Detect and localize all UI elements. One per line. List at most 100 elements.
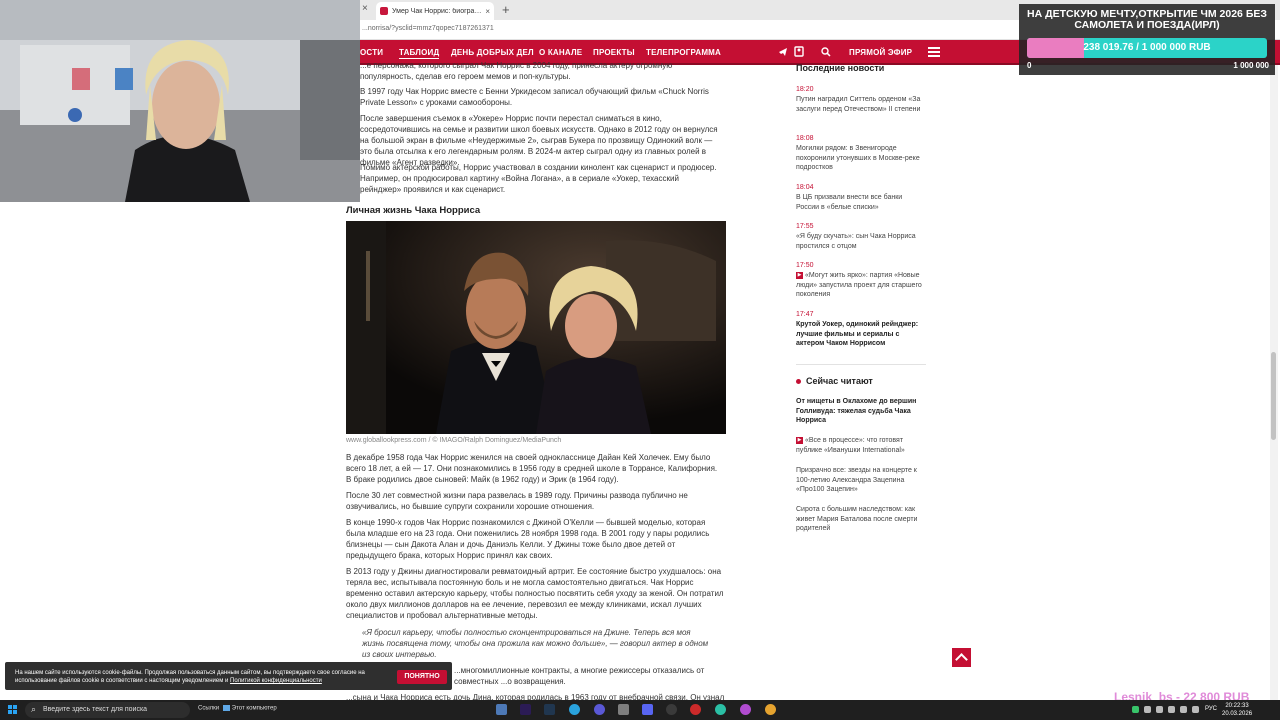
photo-caption: www.globallookpress.com / © IMAGO/Ralph … — [346, 437, 562, 444]
donation-progress-bar: 238 019.76 / 1 000 000 RUB — [1027, 38, 1267, 58]
search-icon[interactable] — [821, 47, 831, 57]
article-paragraph: ...сына и Чака Норриса есть дочь Дина, к… — [346, 693, 725, 700]
nav-item-good-deeds[interactable]: ДЕНЬ ДОБРЫХ ДЕЛ — [451, 48, 534, 57]
tray-display-icon[interactable] — [1156, 706, 1163, 713]
cookie-banner: На нашем сайте используются cookie-файлы… — [5, 662, 452, 690]
inactive-tab-close-icon[interactable]: × — [362, 3, 374, 17]
donation-goal-widget: НА ДЕТСКУЮ МЕЧТУ,ОТКРЫТИЕ ЧМ 2026 БЕЗ СА… — [1019, 4, 1275, 75]
menu-icon[interactable] — [928, 47, 940, 57]
tray-battery-icon[interactable] — [1192, 706, 1199, 713]
live-broadcast-link[interactable]: ПРЯМОЙ ЭФИР — [849, 48, 912, 57]
nav-item-projects[interactable]: ПРОЕКТЫ — [593, 48, 635, 57]
webcam-feed — [0, 0, 360, 202]
settings-icon[interactable] — [618, 704, 629, 715]
discord-icon[interactable] — [642, 704, 653, 715]
scroll-to-top-button[interactable] — [952, 648, 971, 667]
nav-item-tabloid[interactable]: ТАБЛОИД — [399, 48, 440, 59]
article-paragraph: В конце 1990-х годов Чак Норрис познаком… — [346, 518, 710, 560]
computer-icon — [222, 705, 230, 711]
article-paragraph: ...многомиллионные контракты, а многие р… — [454, 666, 705, 686]
webcam-overlay — [0, 0, 360, 202]
language-indicator[interactable]: РУС — [1205, 706, 1217, 712]
taskbar-search[interactable]: ⌕ Введите здесь текст для поиска — [25, 702, 190, 718]
news-time: 18:04 — [796, 184, 814, 191]
news-item[interactable]: 18:08 Могилки рядом: в Звенигороде похор… — [796, 134, 926, 173]
chrome-icon[interactable] — [765, 704, 776, 715]
page-scrollbar-thumb[interactable] — [1271, 352, 1276, 440]
news-item[interactable]: 17:55 «Я буду скучать»: сын Чака Норриса… — [796, 222, 926, 251]
reading-item-text: «Все в процессе»: что готовят публике «И… — [796, 437, 905, 454]
article-paragraph: В 2013 году у Джины диагностировали ревм… — [346, 567, 724, 620]
donation-amount: 238 019.76 / 1 000 000 RUB — [1083, 42, 1211, 53]
news-title[interactable]: В ЦБ призвали внести все банки России в … — [796, 193, 926, 212]
news-title[interactable]: «Я буду скучать»: сын Чака Норриса прост… — [796, 232, 926, 251]
news-title[interactable]: Крутой Уокер, одинокий рейнджер: лучшие … — [796, 320, 926, 349]
news-item[interactable]: 17:47 Крутой Уокер, одинокий рейнджер: л… — [796, 310, 926, 349]
reading-item[interactable]: ▶ «Все в процессе»: что готовят публике «… — [796, 436, 926, 455]
tray-chevron-icon[interactable] — [1144, 706, 1151, 713]
nav-item-news[interactable]: ОСТИ — [360, 48, 383, 57]
premiere-icon[interactable] — [520, 704, 531, 715]
section-heading: Личная жизнь Чака Норриса — [346, 205, 481, 216]
news-time: 17:55 — [796, 223, 814, 230]
sidebar-divider — [796, 364, 926, 365]
nav-item-tv-program[interactable]: ТЕЛЕПРОГРАММА — [646, 48, 721, 57]
news-time: 18:08 — [796, 135, 814, 142]
news-time: 17:50 — [796, 262, 814, 269]
tray-volume-icon[interactable] — [1180, 706, 1187, 713]
news-time: 17:47 — [796, 311, 814, 318]
telegram-icon[interactable] — [569, 704, 580, 715]
telegram-icon[interactable] — [778, 47, 788, 57]
browser-icon[interactable] — [740, 704, 751, 715]
edge-icon[interactable] — [715, 704, 726, 715]
links-label: Ссылки — [198, 705, 220, 712]
reading-item[interactable]: Сирота с большим наследством: как живет … — [796, 505, 926, 534]
ok-icon[interactable] — [794, 46, 804, 57]
donation-max-label: 1 000 000 — [1233, 61, 1269, 70]
reading-now-label: Сейчас читают — [806, 376, 873, 386]
article-quote: «Я бросил карьеру, чтобы полностью сконц… — [362, 628, 709, 659]
article-paragraph: В декабре 1958 года Чак Норрис женился н… — [346, 453, 718, 484]
news-item[interactable]: 17:50 ▶ «Могут жить ярко»: партия «Новые … — [796, 261, 926, 300]
article-paragraph: Помимо актерской работы, Норрис участвов… — [360, 163, 717, 194]
url-text[interactable]: ...norrisa/?ysclid=mmz7qopec7187261371 — [362, 25, 494, 32]
news-title[interactable]: Могилки рядом: в Звенигороде похоронили … — [796, 144, 926, 173]
news-item[interactable]: 18:20 Путин наградил Ситтель орденом «За… — [796, 85, 926, 114]
video-badge-icon: ▶ — [796, 271, 803, 279]
taskbar: ⌕ Введите здесь текст для поиска Ссылки … — [0, 700, 1280, 720]
donation-min-label: 0 — [1027, 61, 1032, 70]
taskbar-links-widget[interactable]: Ссылки Этот компьютер — [198, 705, 277, 712]
article-paragraph: ...е персонажа, которого сыграл Чак Норр… — [360, 61, 673, 81]
nav-item-about[interactable]: О КАНАЛЕ — [539, 48, 582, 57]
steam-icon[interactable] — [544, 704, 555, 715]
file-explorer-icon[interactable] — [496, 704, 507, 715]
tab-active[interactable]: Умер Чак Норрис: биография ак × — [376, 2, 494, 20]
article-paragraph: После завершения съемок в «Уокере» Норри… — [360, 114, 718, 167]
vk-icon[interactable] — [760, 87, 772, 97]
article-paragraph: После 30 лет совместной жизни пара разве… — [346, 491, 688, 511]
cookie-text: На нашем сайте используются cookie-файлы… — [15, 669, 390, 685]
article-paragraph: В 1997 году Чак Норрис вместе с Бенни Ур… — [360, 87, 709, 107]
new-tab-button[interactable]: + — [502, 2, 510, 17]
tray-network-icon[interactable] — [1168, 706, 1175, 713]
tray-app-icon[interactable] — [1132, 706, 1139, 713]
obs-icon[interactable] — [666, 704, 677, 715]
vpn-icon[interactable] — [594, 704, 605, 715]
close-tab-icon[interactable]: × — [485, 7, 490, 16]
record-icon[interactable] — [690, 704, 701, 715]
reading-item[interactable]: От нищеты в Оклахоме до вершин Голливуда… — [796, 397, 926, 426]
latest-news-heading: Последние новости — [796, 63, 885, 73]
reading-item[interactable]: Призрачно все: звезды на концерте к 100-… — [796, 466, 926, 495]
news-time: 18:20 — [796, 86, 814, 93]
news-title[interactable]: ▶ «Могут жить ярко»: партия «Новые люди» … — [796, 271, 926, 300]
clock[interactable]: 20:22:33 20.03.2026 — [1222, 702, 1252, 718]
privacy-policy-link[interactable]: Политикой конфиденциальности — [230, 678, 322, 684]
clock-date: 20.03.2026 — [1222, 711, 1253, 717]
news-item[interactable]: 18:04 В ЦБ призвали внести все банки Рос… — [796, 183, 926, 212]
news-title[interactable]: Путин наградил Ситтель орденом «За заслу… — [796, 95, 926, 114]
donation-title: НА ДЕТСКУЮ МЕЧТУ,ОТКРЫТИЕ ЧМ 2026 БЕЗ СА… — [1027, 8, 1267, 31]
search-icon: ⌕ — [31, 704, 37, 714]
windows-start-icon[interactable] — [8, 705, 18, 715]
video-badge-icon: ▶ — [796, 436, 803, 444]
cookie-accept-button[interactable]: ПОНЯТНО — [397, 670, 447, 684]
